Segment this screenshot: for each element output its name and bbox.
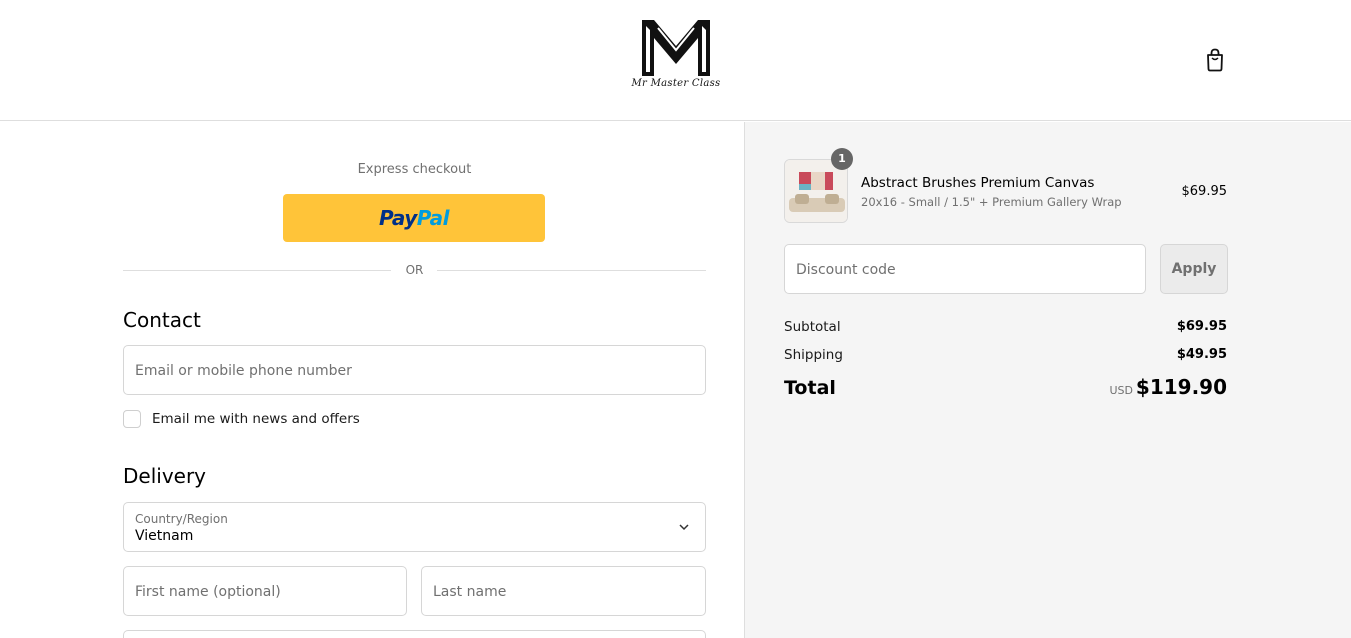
chevron-down-icon [679, 524, 689, 531]
country-label: Country/Region [135, 512, 228, 526]
cart-button[interactable] [1203, 47, 1227, 73]
shopping-bag-icon [1207, 48, 1223, 72]
subtotal-value: $69.95 [1176, 319, 1227, 334]
discount-code-field[interactable]: Discount code [784, 244, 1146, 294]
product-price: $69.95 [1181, 184, 1228, 199]
last-name-field[interactable]: Last name [421, 566, 706, 616]
quantity-badge: 1 [831, 148, 853, 170]
first-name-field[interactable]: First name (optional) [123, 566, 407, 616]
subtotal-label: Subtotal [784, 319, 841, 335]
or-divider: OR [123, 263, 706, 277]
product-variant: 20x16 - Small / 1.5" + Premium Gallery W… [861, 195, 1122, 209]
country-value: Vietnam [135, 528, 194, 544]
paypal-logo: PayPal [378, 206, 450, 230]
paypal-button[interactable]: PayPal [283, 194, 545, 242]
contact-heading: Contact [123, 308, 201, 332]
country-select[interactable]: Country/Region Vietnam [123, 502, 706, 552]
delivery-heading: Delivery [123, 464, 207, 488]
or-label: OR [405, 263, 424, 277]
next-field[interactable] [123, 630, 706, 638]
newsletter-label: Email me with news and offers [152, 411, 360, 427]
order-summary: 1 Abstract Brushes Premium Canvas 20x16 … [744, 122, 1351, 638]
first-name-placeholder: First name (optional) [135, 584, 281, 600]
brand-logo[interactable]: Mr Master Class [628, 16, 724, 100]
checkout-form-column: Express checkout PayPal OR Contact Email… [0, 122, 744, 638]
logo-m-icon [642, 20, 710, 76]
email-field[interactable]: Email or mobile phone number [123, 345, 706, 395]
shipping-value: $49.95 [1176, 347, 1227, 362]
apply-discount-button[interactable]: Apply [1160, 244, 1228, 294]
discount-placeholder: Discount code [796, 262, 896, 278]
last-name-placeholder: Last name [433, 584, 507, 600]
newsletter-checkbox[interactable] [123, 410, 141, 428]
shipping-label: Shipping [784, 347, 843, 363]
email-placeholder: Email or mobile phone number [135, 363, 352, 379]
total-label: Total [784, 377, 836, 399]
logo-tagline: Mr Master Class [631, 78, 721, 89]
express-checkout-label: Express checkout [357, 162, 472, 177]
total-currency: USD [1109, 384, 1133, 397]
total-value: $119.90 [1135, 375, 1227, 399]
product-name: Abstract Brushes Premium Canvas [861, 175, 1095, 191]
header: Mr Master Class [0, 0, 1351, 121]
